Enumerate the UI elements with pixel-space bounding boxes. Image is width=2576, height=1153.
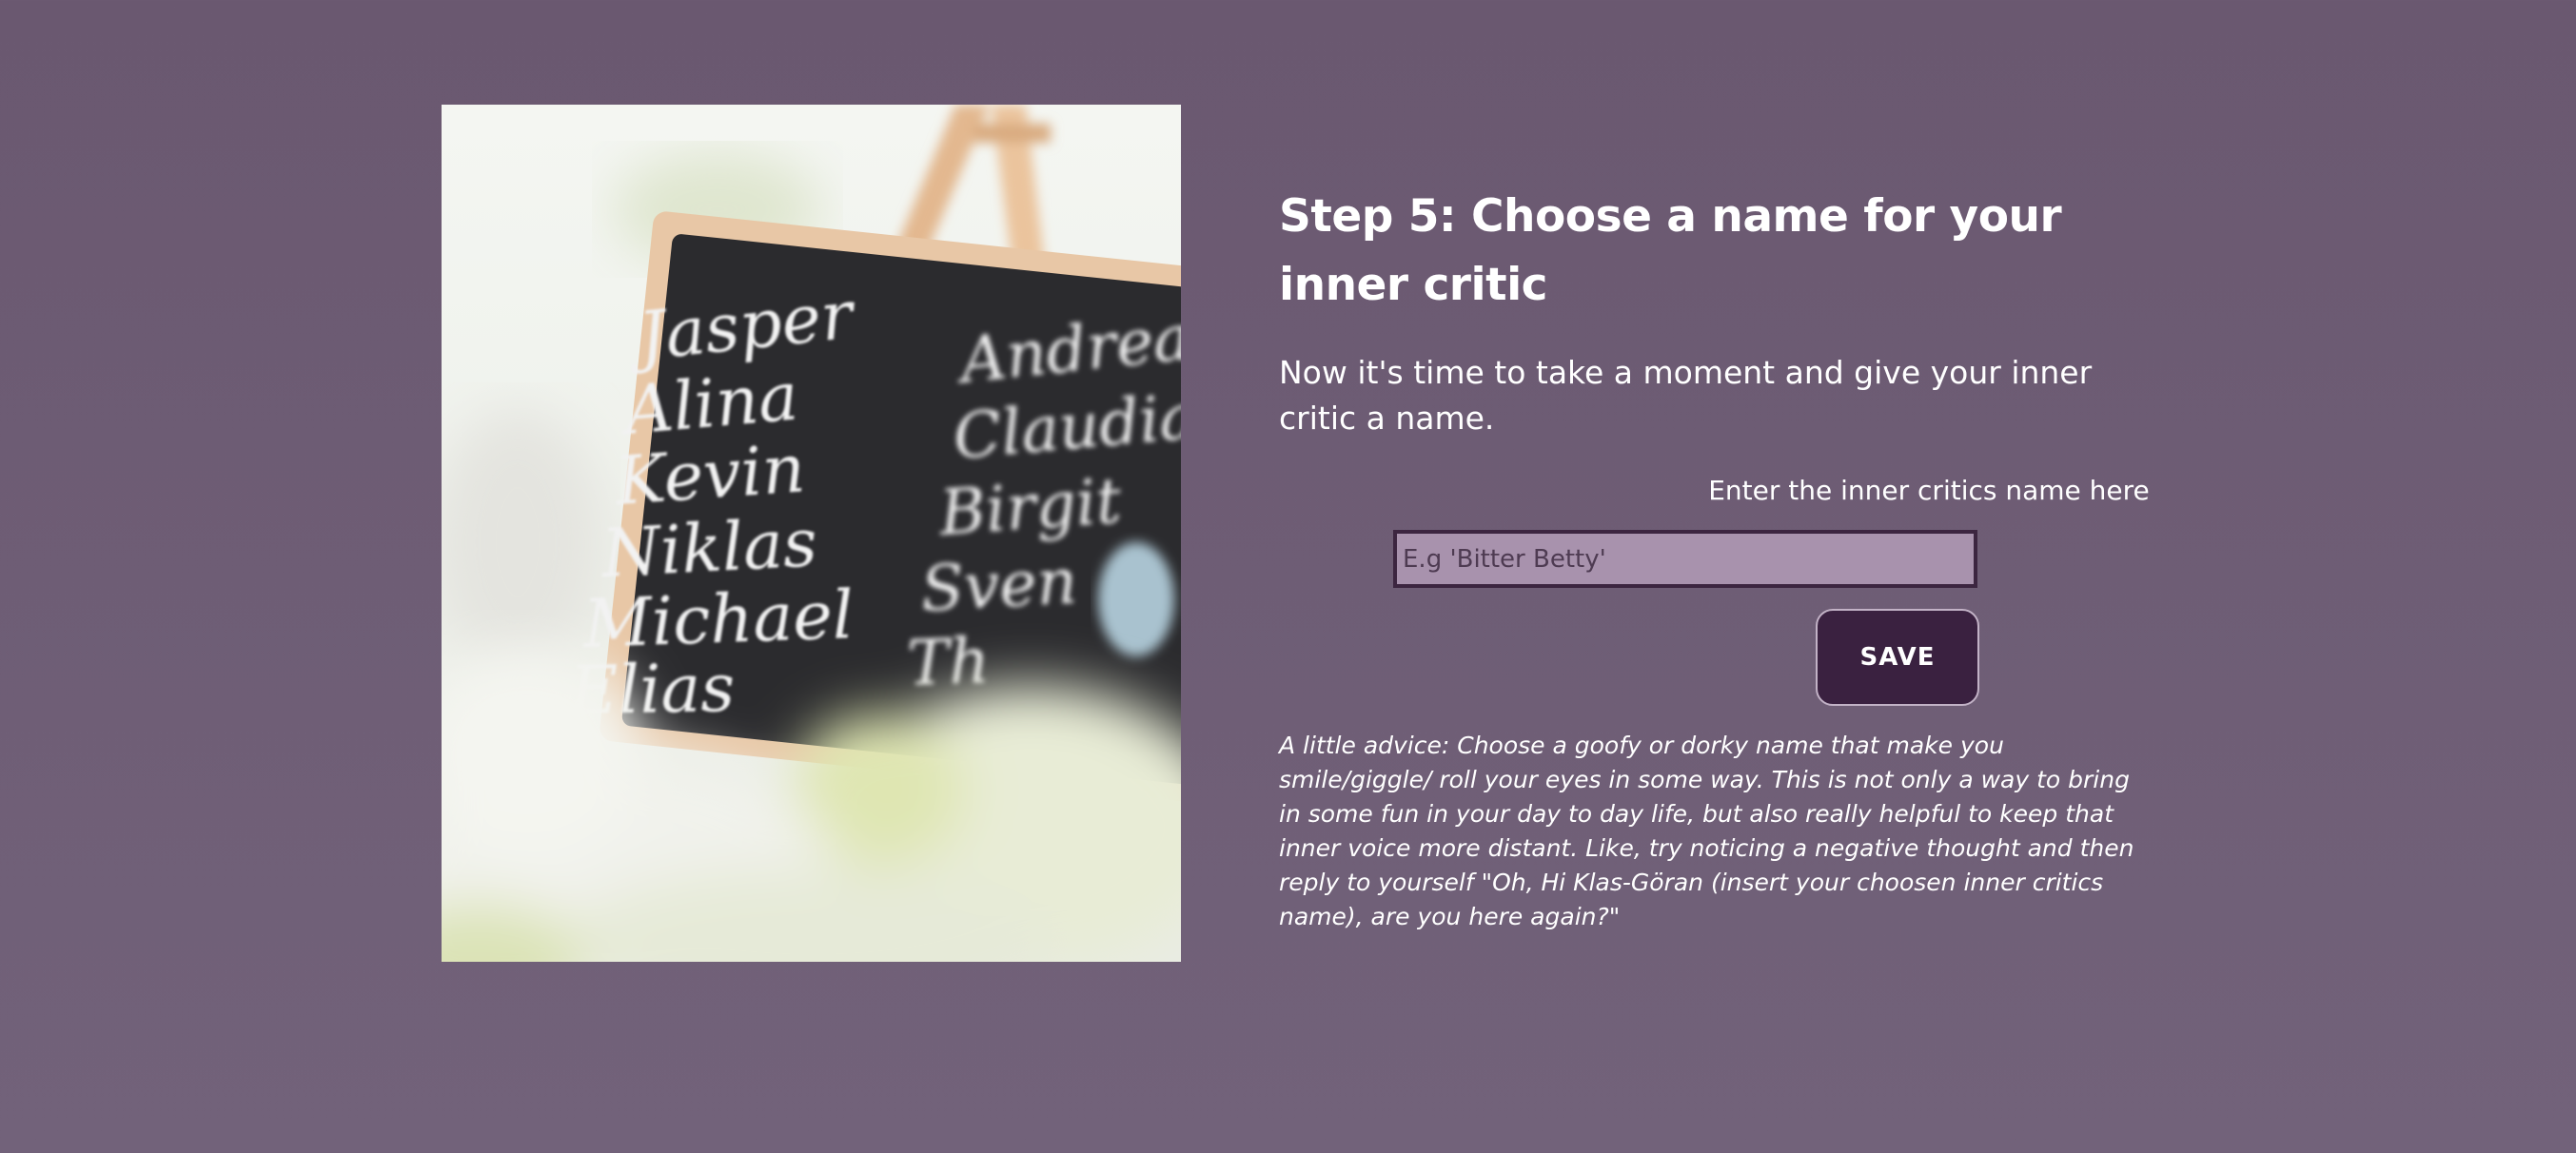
step-title: Step 5: Choose a name for your inner cri…	[1279, 190, 2062, 311]
name-field-label: Enter the inner critics name here	[1708, 475, 2150, 506]
chalkboard-photo: Jasper Alina Kevin Niklas Michael Elias …	[442, 105, 1181, 962]
chalk-name: Th	[906, 624, 991, 700]
chalk-name: Birgit	[936, 464, 1124, 550]
chalk-name: Sven	[919, 544, 1079, 625]
step-content: Step 5: Choose a name for your inner cri…	[1279, 183, 2154, 441]
inner-critic-name-input[interactable]	[1393, 530, 1977, 588]
save-button[interactable]: SAVE	[1816, 609, 1979, 706]
advice-text: A little advice: Choose a goofy or dorky…	[1279, 732, 2134, 930]
step-intro: Now it's time to take a moment and give …	[1279, 354, 2093, 437]
